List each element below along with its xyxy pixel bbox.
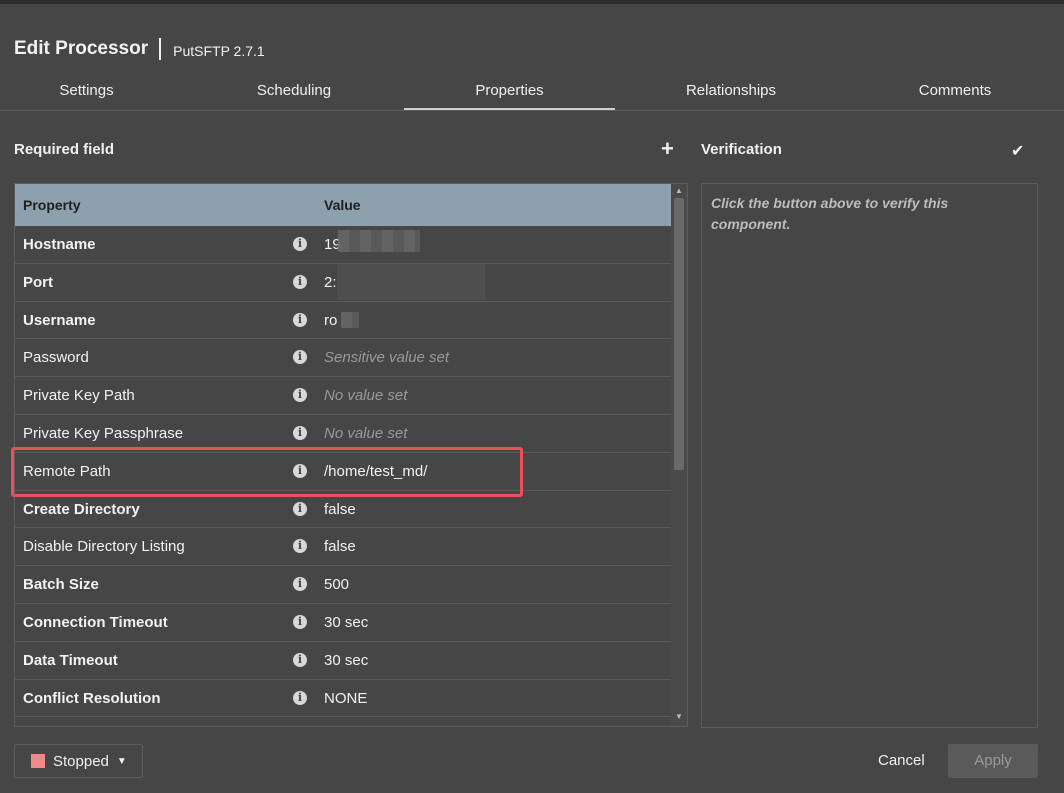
property-name: Create Directory xyxy=(23,500,140,518)
chevron-down-icon: ▼ xyxy=(116,755,127,767)
table-row[interactable]: Disable Directory Listing i false xyxy=(15,528,671,567)
verify-button[interactable]: ✔ xyxy=(1011,141,1024,161)
property-name: Username xyxy=(23,311,96,329)
property-name: Conflict Resolution xyxy=(23,689,161,707)
table-row[interactable]: Username i ro xyxy=(15,302,671,340)
redaction-blur xyxy=(338,230,420,252)
redaction-blur xyxy=(341,311,359,328)
property-value[interactable]: NONE xyxy=(324,690,367,707)
column-header-property: Property xyxy=(23,197,81,213)
info-icon[interactable]: i xyxy=(293,274,307,289)
info-icon[interactable]: i xyxy=(293,577,307,592)
add-property-button[interactable]: + xyxy=(661,138,677,160)
tab-comments[interactable]: Comments xyxy=(880,74,1030,110)
dialog-title: Edit Processor xyxy=(14,38,149,59)
info-icon[interactable]: i xyxy=(293,350,307,365)
cancel-button[interactable]: Cancel xyxy=(878,752,925,769)
info-icon[interactable]: i xyxy=(293,388,307,403)
property-name: Batch Size xyxy=(23,576,99,594)
property-value[interactable]: ro xyxy=(324,312,337,329)
required-field-label: Required field xyxy=(14,141,115,158)
info-icon[interactable]: i xyxy=(293,312,307,327)
scroll-up-icon[interactable]: ▲ xyxy=(675,186,683,195)
property-value[interactable]: 2: xyxy=(324,274,337,291)
status-label: Stopped xyxy=(53,752,109,770)
run-status-dropdown[interactable]: Stopped ▼ xyxy=(14,744,143,778)
tab-settings[interactable]: Settings xyxy=(14,74,159,110)
scroll-thumb[interactable] xyxy=(674,198,684,470)
property-value[interactable]: false xyxy=(324,501,356,518)
apply-button[interactable]: Apply xyxy=(948,744,1038,778)
verification-label: Verification xyxy=(701,141,782,158)
property-value[interactable]: No value set xyxy=(324,387,407,404)
column-header-value: Value xyxy=(324,197,361,213)
info-icon[interactable]: i xyxy=(293,237,307,251)
table-row[interactable]: Data Timeout i 30 sec xyxy=(15,642,671,680)
table-header: Property Value xyxy=(15,184,671,226)
tab-scheduling[interactable]: Scheduling xyxy=(219,74,369,110)
property-value[interactable]: 500 xyxy=(324,576,349,593)
processor-type-label: PutSFTP 2.7.1 xyxy=(173,42,265,59)
window-top-edge xyxy=(0,0,1064,4)
table-scrollbar[interactable]: ▲ ▼ xyxy=(671,184,687,726)
table-row[interactable]: Private Key Path i No value set xyxy=(15,377,671,415)
scroll-down-icon[interactable]: ▼ xyxy=(675,712,683,721)
tab-properties[interactable]: Properties xyxy=(404,74,615,110)
property-name: Data Timeout xyxy=(23,651,118,669)
property-name: Private Key Passphrase xyxy=(23,424,184,442)
info-icon[interactable]: i xyxy=(293,614,307,629)
property-name: Connection Timeout xyxy=(23,613,168,631)
tab-bar: Settings Scheduling Properties Relations… xyxy=(0,74,1064,111)
property-name: Disable Directory Listing xyxy=(23,538,185,556)
property-name: Private Key Path xyxy=(23,387,135,405)
verification-hint: Click the button above to verify this co… xyxy=(711,195,949,232)
info-icon[interactable]: i xyxy=(293,501,307,516)
remote-path-highlight xyxy=(11,447,523,497)
property-name: Password xyxy=(23,349,89,367)
info-icon[interactable]: i xyxy=(293,652,307,667)
info-icon[interactable]: i xyxy=(293,425,307,440)
table-row[interactable]: Batch Size i 500 xyxy=(15,566,671,604)
title-separator xyxy=(159,38,162,60)
property-name: Hostname xyxy=(23,236,96,253)
table-row[interactable]: Hostname i 19 xyxy=(15,226,671,264)
dialog-header: Edit Processor PutSFTP 2.7.1 xyxy=(14,36,265,62)
property-value[interactable]: false xyxy=(324,538,356,555)
property-name: Port xyxy=(23,273,53,291)
property-value[interactable]: 30 sec xyxy=(324,652,368,669)
table-row[interactable]: Conflict Resolution i NONE xyxy=(15,680,671,718)
info-icon[interactable]: i xyxy=(293,690,307,705)
stopped-status-icon xyxy=(31,754,45,768)
redaction-blur xyxy=(337,263,485,300)
table-row[interactable]: Connection Timeout i 30 sec xyxy=(15,604,671,642)
info-icon[interactable]: i xyxy=(293,539,307,554)
table-row[interactable]: Port i 2: xyxy=(15,263,671,302)
verification-panel: Click the button above to verify this co… xyxy=(701,183,1038,728)
table-row[interactable]: Password i Sensitive value set xyxy=(15,339,671,378)
property-value[interactable]: Sensitive value set xyxy=(324,349,449,366)
property-value[interactable]: No value set xyxy=(324,425,407,442)
tab-relationships[interactable]: Relationships xyxy=(650,74,812,110)
property-value[interactable]: 30 sec xyxy=(324,614,368,631)
